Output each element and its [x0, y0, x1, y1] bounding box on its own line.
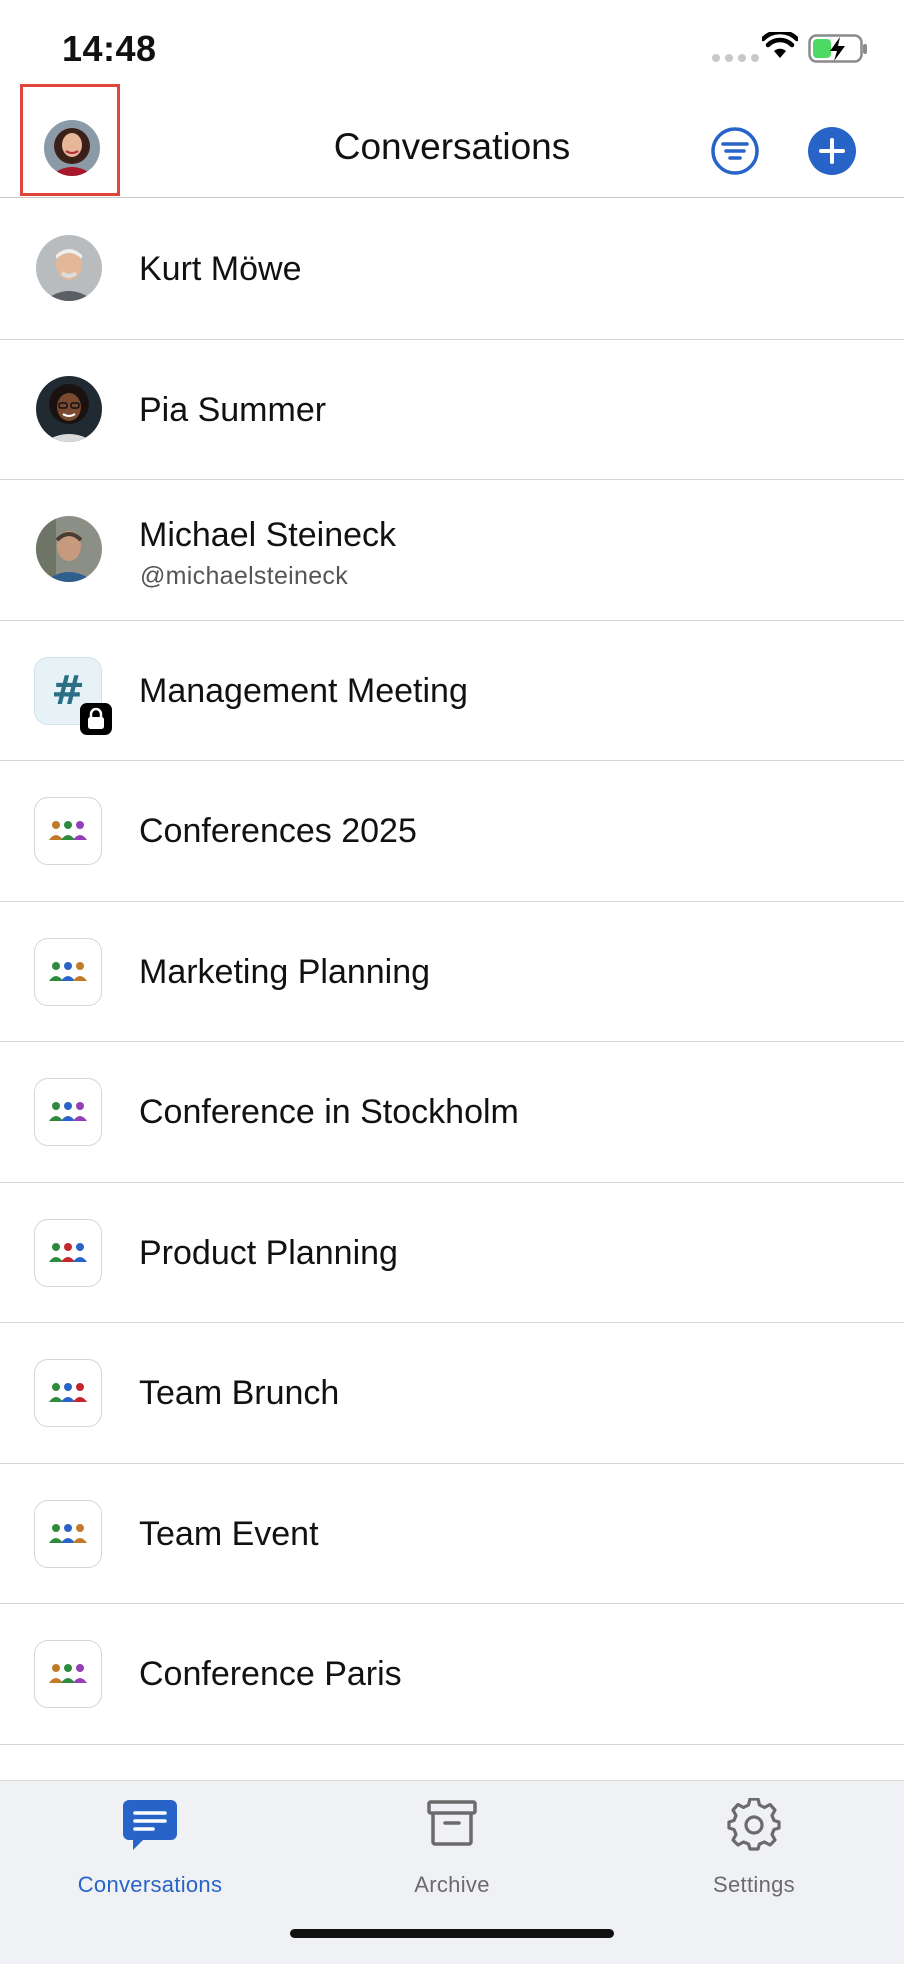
conversation-item[interactable]: Team Brunch: [0, 1323, 904, 1464]
filter-button[interactable]: [710, 126, 760, 176]
page-title: Conversations: [333, 126, 571, 167]
conversation-list: Kurt Möwe Pia Summer Michael Steineck @m…: [0, 199, 904, 1745]
conversation-item[interactable]: Conference in Stockholm: [0, 1042, 904, 1183]
plus-icon: [808, 127, 856, 175]
conversation-item[interactable]: Product Planning: [0, 1183, 904, 1323]
status-bar: 14:48: [0, 0, 904, 96]
group-icon-box: [34, 1359, 102, 1427]
conversation-name: Management Meeting: [139, 671, 468, 710]
tab-label: Conversations: [77, 1872, 223, 1897]
chat-bubble-icon: [123, 1800, 177, 1850]
conversation-name: Conference Paris: [139, 1655, 402, 1693]
status-time: 14:48: [62, 28, 157, 69]
cellular-signal-icon: [712, 54, 759, 62]
tab-settings[interactable]: Settings: [604, 1781, 904, 1901]
conversation-item[interactable]: Conferences 2025: [0, 761, 904, 902]
group-icon-box: [34, 797, 102, 865]
tab-label: Archive: [414, 1872, 490, 1897]
conversation-name: Kurt Möwe: [139, 250, 302, 288]
user-avatar: [36, 516, 102, 582]
group-icon-box: [34, 1078, 102, 1146]
conversation-item[interactable]: # Management Meeting: [0, 621, 904, 761]
conversation-name: Marketing Planning: [139, 952, 431, 991]
archive-box-icon: [427, 1800, 477, 1846]
group-icon: [49, 1242, 87, 1262]
group-icon: [49, 1102, 87, 1121]
nav-header: Conversations: [0, 84, 904, 198]
group-icon-box: [34, 1499, 102, 1568]
conversation-item[interactable]: Michael Steineck @michaelsteineck: [0, 480, 904, 621]
conversation-name: Team Event: [139, 1514, 319, 1553]
conversation-item[interactable]: Marketing Planning: [0, 902, 904, 1042]
group-icon: [49, 821, 87, 840]
filter-icon: [711, 127, 759, 175]
conversation-name: Pia Summer: [139, 390, 327, 429]
conversation-item[interactable]: Team Event: [0, 1464, 904, 1604]
lock-icon: [80, 702, 112, 735]
home-indicator: [290, 1929, 614, 1938]
conversation-name: Conference in Stockholm: [139, 1093, 519, 1131]
conversation-handle: @michaelsteineck: [140, 562, 349, 590]
tab-conversations[interactable]: Conversations: [0, 1781, 300, 1901]
group-icon-box: [34, 1640, 102, 1708]
gear-icon: [727, 1798, 781, 1851]
tab-label: Settings: [713, 1872, 795, 1897]
group-icon-box: [34, 937, 102, 1006]
new-conversation-button[interactable]: [807, 126, 857, 176]
group-icon: [49, 961, 87, 981]
group-icon: [49, 1664, 87, 1683]
conversation-name: Michael Steineck: [139, 516, 397, 554]
group-icon: [49, 1383, 87, 1402]
group-icon-box: [34, 1218, 102, 1287]
wifi-icon: [762, 32, 798, 58]
conversation-name: Product Planning: [139, 1233, 398, 1272]
tab-archive[interactable]: Archive: [302, 1781, 602, 1901]
conversation-item[interactable]: Conference Paris: [0, 1604, 904, 1745]
conversation-item[interactable]: Kurt Möwe: [0, 199, 904, 340]
group-icon: [49, 1523, 87, 1543]
conversation-name: Conferences 2025: [139, 812, 417, 850]
user-avatar: [36, 375, 102, 442]
conversation-name: Team Brunch: [139, 1374, 340, 1412]
battery-charging-icon: [808, 34, 867, 63]
user-avatar: [36, 235, 102, 301]
conversation-item[interactable]: Pia Summer: [0, 340, 904, 480]
